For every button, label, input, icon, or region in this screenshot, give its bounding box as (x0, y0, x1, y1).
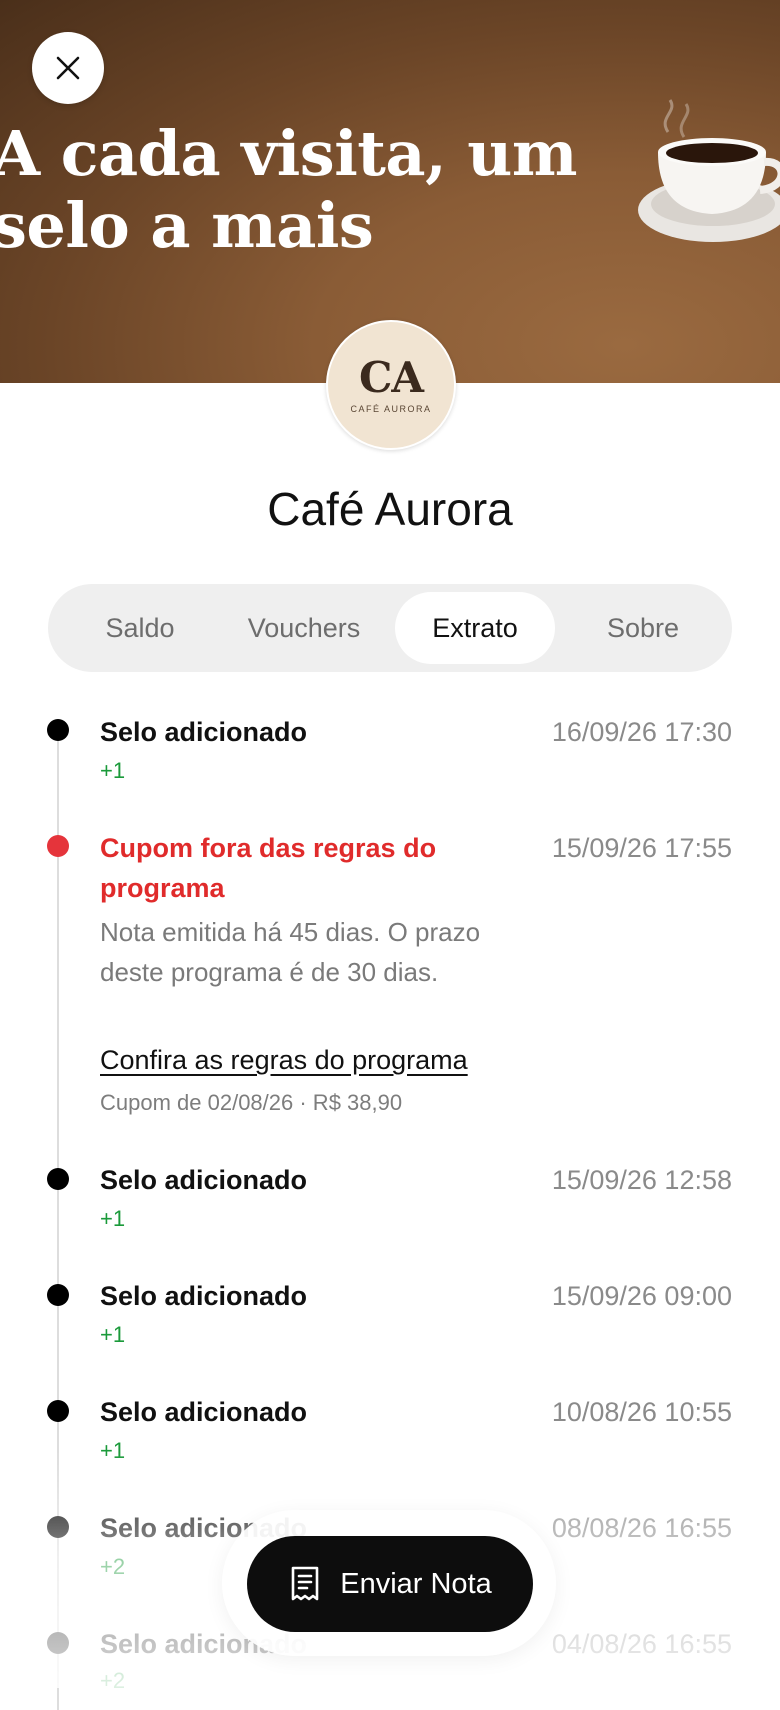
event-delta: +2 (100, 1554, 126, 1579)
timeline-dot-error (47, 835, 69, 857)
event-title-error: Cupom fora das regras do programa (100, 833, 437, 903)
timeline-line (57, 730, 59, 1710)
event-title: Selo adicionado (100, 1397, 308, 1427)
event-date: 04/08/26 16:55 (551, 1629, 732, 1659)
event-delta: +1 (100, 1206, 126, 1231)
event-title: Selo adicionado (100, 1281, 308, 1311)
event-meta: Cupom de 02/08/26 · R$ 38,90 (100, 1090, 403, 1115)
timeline-dot (47, 719, 69, 741)
event-description: Nota emitida há 45 dias. O prazo deste p… (100, 917, 481, 987)
event-delta: +1 (100, 1438, 126, 1463)
event-title: Selo adicionado (100, 717, 308, 747)
event-date: 08/08/26 16:55 (551, 1513, 732, 1543)
timeline-dot (47, 1632, 69, 1654)
event-date: 16/09/26 17:30 (551, 717, 732, 747)
event-date: 15/09/26 12:58 (551, 1165, 732, 1195)
event-delta: +2 (100, 1668, 126, 1693)
receipt-icon (291, 1566, 319, 1601)
event-title: Selo adicionado (100, 1165, 308, 1195)
timeline-dot (47, 1400, 69, 1422)
send-receipt-button[interactable]: Enviar Nota (247, 1536, 533, 1632)
send-receipt-label: Enviar Nota (340, 1567, 492, 1600)
timeline-dot (47, 1516, 69, 1538)
event-delta: +1 (100, 758, 126, 783)
event-date: 15/09/26 09:00 (551, 1281, 732, 1311)
event-date: 15/09/26 17:55 (551, 833, 732, 863)
event-date: 10/08/26 10:55 (551, 1397, 732, 1427)
event-delta: +1 (100, 1322, 126, 1347)
timeline-dot (47, 1168, 69, 1190)
statement-timeline: Selo adicionado 16/09/26 17:30 +1 Cupom … (0, 0, 780, 1710)
timeline-dot (47, 1284, 69, 1306)
program-rules-link[interactable]: Confira as regras do programa (100, 1040, 468, 1080)
